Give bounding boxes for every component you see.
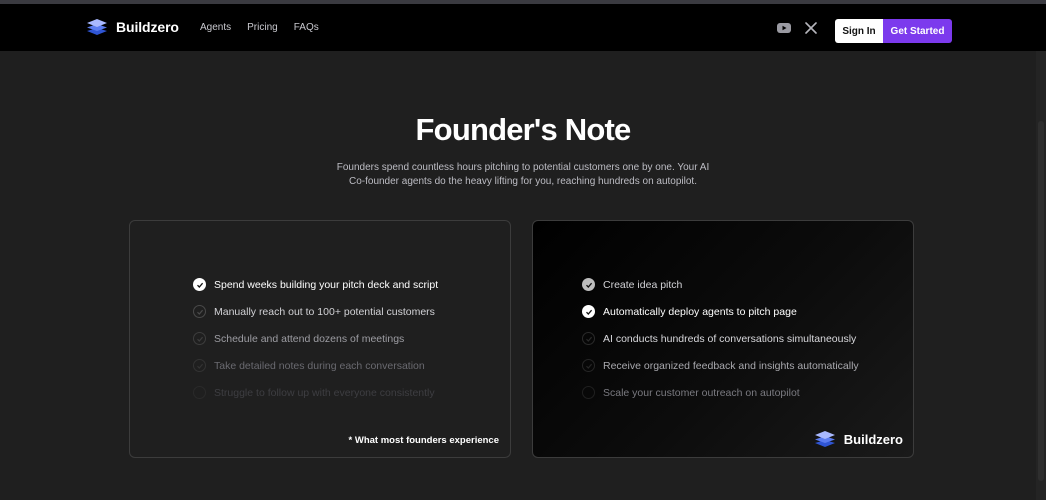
list-item: Manually reach out to 100+ potential cus… bbox=[193, 298, 438, 325]
brand-name: Buildzero bbox=[116, 19, 179, 35]
check-circle-icon bbox=[582, 305, 595, 318]
list-item: AI conducts hundreds of conversations si… bbox=[582, 325, 859, 352]
subtitle-line-1: Founders spend countless hours pitching … bbox=[336, 162, 710, 173]
list-item-label: Struggle to follow up with everyone cons… bbox=[214, 386, 435, 399]
manual-process-card: Spend weeks building your pitch deck and… bbox=[129, 220, 511, 458]
automated-process-list: Create idea pitch Automatically deploy a… bbox=[582, 271, 859, 406]
list-item: Take detailed notes during each conversa… bbox=[193, 352, 438, 379]
list-item-label: Scale your customer outreach on autopilo… bbox=[603, 386, 800, 399]
list-item: Create idea pitch bbox=[582, 271, 859, 298]
list-item: Struggle to follow up with everyone cons… bbox=[193, 379, 438, 406]
list-item: Spend weeks building your pitch deck and… bbox=[193, 271, 438, 298]
check-circle-icon bbox=[193, 359, 206, 372]
list-item-label: Create idea pitch bbox=[603, 278, 683, 291]
top-navbar: Buildzero Agents Pricing FAQs Sign In Ge… bbox=[0, 4, 1046, 51]
get-started-button[interactable]: Get Started bbox=[883, 19, 952, 43]
stacked-layers-icon bbox=[814, 431, 835, 447]
card-brand-name: Buildzero bbox=[843, 431, 903, 447]
check-circle-icon bbox=[193, 278, 206, 291]
nav-link-pricing[interactable]: Pricing bbox=[247, 22, 278, 33]
list-item: Scale your customer outreach on autopilo… bbox=[582, 379, 859, 406]
list-item-label: Automatically deploy agents to pitch pag… bbox=[603, 305, 797, 318]
list-item: Automatically deploy agents to pitch pag… bbox=[582, 298, 859, 325]
check-circle-icon bbox=[582, 278, 595, 291]
check-circle-icon bbox=[193, 386, 206, 399]
list-item-label: Schedule and attend dozens of meetings bbox=[214, 332, 405, 345]
list-item-label: Manually reach out to 100+ potential cus… bbox=[214, 305, 435, 318]
card-brand-logo: Buildzero bbox=[814, 430, 903, 448]
page-title: Founder's Note bbox=[415, 112, 632, 147]
list-item-label: AI conducts hundreds of conversations si… bbox=[603, 332, 857, 345]
list-item-label: Take detailed notes during each conversa… bbox=[214, 359, 425, 372]
page-subtitle: Founders spend countless hours pitching … bbox=[323, 161, 723, 189]
nav-link-faqs[interactable]: FAQs bbox=[294, 22, 319, 33]
sign-in-button[interactable]: Sign In bbox=[835, 19, 883, 43]
scrollbar-thumb[interactable] bbox=[1038, 121, 1044, 481]
automated-process-card: Create idea pitch Automatically deploy a… bbox=[532, 220, 914, 458]
list-item-label: Receive organized feedback and insights … bbox=[603, 359, 859, 372]
check-circle-icon bbox=[582, 332, 595, 345]
check-circle-icon bbox=[193, 305, 206, 318]
list-item: Schedule and attend dozens of meetings bbox=[193, 325, 438, 352]
subtitle-line-2: Co-founder agents do the heavy lifting f… bbox=[348, 176, 697, 187]
stacked-layers-icon bbox=[87, 19, 107, 35]
list-item: Receive organized feedback and insights … bbox=[582, 352, 859, 379]
youtube-icon[interactable] bbox=[776, 20, 792, 36]
list-item-label: Spend weeks building your pitch deck and… bbox=[214, 278, 439, 291]
check-circle-icon bbox=[582, 386, 595, 399]
card-footnote: * What most founders experience bbox=[348, 435, 499, 446]
check-circle-icon bbox=[582, 359, 595, 372]
nav-link-agents[interactable]: Agents bbox=[200, 22, 231, 33]
brand-logo[interactable]: Buildzero bbox=[86, 18, 179, 36]
check-circle-icon bbox=[193, 332, 206, 345]
nav-links: Agents Pricing FAQs bbox=[200, 22, 319, 33]
manual-process-list: Spend weeks building your pitch deck and… bbox=[193, 271, 438, 406]
x-icon[interactable] bbox=[803, 20, 819, 36]
